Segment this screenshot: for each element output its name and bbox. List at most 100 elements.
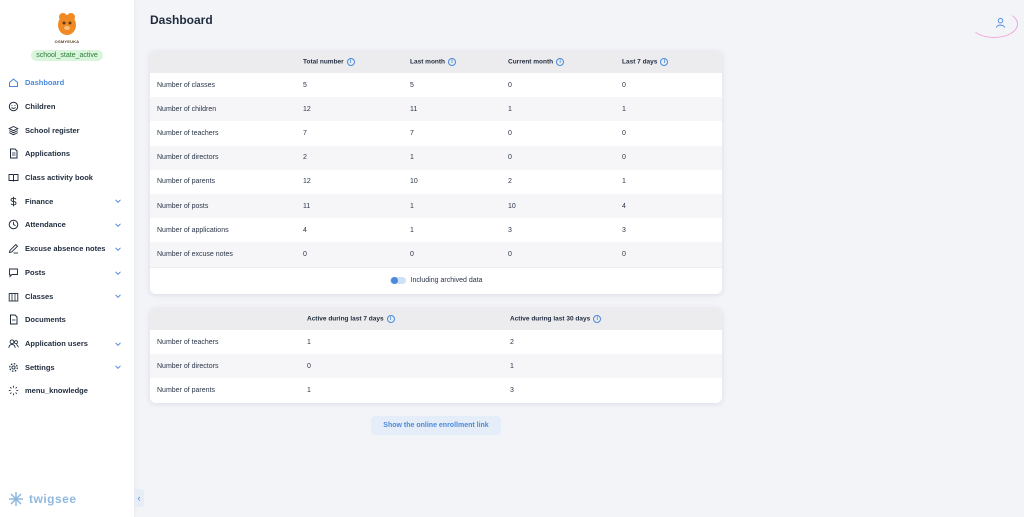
table-cell: 11: [303, 193, 410, 219]
sidebar-item-label: Class activity book: [25, 173, 93, 183]
users-icon: [8, 338, 19, 349]
sidebar-item-label: Classes: [25, 291, 54, 301]
sidebar-item-excuse-absence-notes[interactable]: Excuse absence notes: [0, 237, 134, 261]
school-state-badge: school_state_active: [31, 50, 103, 61]
column-header: [150, 308, 307, 330]
sidebar-menu: Dashboard Children School register Applicat…: [0, 71, 134, 403]
column-header-last-7-days: Last 7 days i: [622, 51, 722, 73]
table-cell: 0: [508, 242, 622, 267]
column-header-total: Total number i: [303, 51, 410, 73]
table-cell: 1: [307, 338, 311, 346]
table-cell: 7: [410, 129, 414, 137]
table-cell: 1: [622, 178, 626, 186]
chat-icon: [8, 267, 19, 278]
sidebar-item-posts[interactable]: Posts: [0, 261, 134, 285]
table-cell: 1: [622, 97, 722, 122]
statistics-row: Number of teachers 7 7 0 0: [150, 121, 722, 145]
pencil-icon: [8, 243, 19, 254]
chevron-down-icon[interactable]: [114, 340, 122, 348]
activity-card: Active during last 7 days i Active during…: [150, 308, 722, 403]
sidebar-item-children[interactable]: Children: [0, 95, 134, 119]
archived-data-toggle[interactable]: [389, 276, 406, 284]
sidebar-item-settings[interactable]: Settings: [0, 355, 134, 379]
show-enrollment-link-button[interactable]: Show the online enrollment link: [371, 416, 501, 435]
book-icon: [8, 172, 19, 183]
dollar-icon: [8, 196, 19, 207]
chevron-down-icon[interactable]: [114, 221, 122, 229]
table-cell: 11: [410, 97, 508, 122]
table-cell: 12: [303, 97, 410, 122]
sidebar-item-class-activity-book[interactable]: Class activity book: [0, 166, 134, 190]
chevron-down-icon[interactable]: [114, 245, 122, 253]
chevron-down-icon[interactable]: [114, 292, 122, 300]
sidebar-item-documents[interactable]: Documents: [0, 308, 134, 332]
info-icon[interactable]: i: [386, 315, 395, 323]
table-cell: 0: [508, 81, 512, 89]
statistics-row: Number of posts 11 1 10 4: [150, 193, 722, 219]
statistics-row: Number of children 12 11 1 1: [150, 97, 722, 122]
column-header-current-month: Current month i: [508, 51, 622, 73]
gear-icon: [8, 362, 19, 373]
table-cell: 0: [508, 129, 512, 137]
sidebar-item-applications[interactable]: Applications: [0, 142, 134, 166]
table-cell: 3: [508, 226, 512, 234]
row-label: Number of teachers: [157, 338, 219, 346]
chevron-down-icon[interactable]: [114, 197, 122, 205]
sidebar-item-label: Excuse absence notes: [25, 244, 106, 254]
table-cell: 2: [508, 178, 512, 186]
chevron-down-icon[interactable]: [114, 269, 122, 277]
column-header-last-month: Last month i: [410, 51, 508, 73]
school-name: OSMYEUKA: [54, 39, 80, 44]
table-cell: 0: [622, 81, 626, 89]
row-label: Number of directors: [150, 145, 303, 170]
twigsee-logo-icon: [9, 492, 23, 506]
table-cell: 2: [303, 145, 410, 170]
sidebar-item-dashboard[interactable]: Dashboard: [0, 71, 134, 95]
sidebar-item-application-users[interactable]: Application users: [0, 332, 134, 356]
column-header: [150, 51, 303, 73]
statistics-card: Total number i Last month i Current month i…: [150, 51, 722, 294]
statistics-row: Number of excuse notes 0 0 0 0: [150, 242, 722, 267]
collapse-sidebar-button[interactable]: ‹: [134, 489, 144, 507]
info-icon[interactable]: i: [660, 58, 669, 66]
column-header-active-7-days: Active during last 7 days i: [307, 308, 510, 330]
row-label: Number of applications: [157, 226, 229, 234]
sidebar-item-label: School register: [25, 125, 80, 135]
info-icon[interactable]: i: [448, 58, 457, 66]
table-cell: 3: [510, 386, 514, 394]
sidebar-item-label: Documents: [25, 315, 66, 325]
school-logo-block: OSMYEUKA school_state_active: [0, 8, 134, 62]
sidebar-item-school-register[interactable]: School register: [0, 118, 134, 142]
table-cell: 10: [508, 193, 622, 219]
sidebar-item-menu-knowledge[interactable]: menu_knowledge: [0, 379, 134, 403]
sidebar-item-classes[interactable]: Classes: [0, 284, 134, 308]
table-cell: 0: [508, 145, 622, 170]
table-cell: 0: [307, 354, 510, 379]
bulb-icon: [8, 385, 19, 396]
info-icon[interactable]: i: [556, 58, 565, 66]
table-cell: 5: [410, 81, 414, 89]
sidebar-item-finance[interactable]: Finance: [0, 189, 134, 213]
sidebar-item-label: Attendance: [25, 220, 66, 230]
sidebar-item-label: Applications: [25, 149, 71, 159]
info-icon[interactable]: i: [346, 58, 355, 66]
row-label: Number of excuse notes: [150, 242, 303, 267]
table-cell: 0: [622, 145, 722, 170]
row-label: Number of children: [150, 97, 303, 122]
statistics-row: Number of applications 4 1 3 3: [150, 218, 722, 242]
brand-name: twigsee: [29, 492, 77, 506]
document-icon: [8, 148, 19, 159]
profile-button[interactable]: [970, 10, 1018, 38]
table-cell: 1: [307, 386, 311, 394]
table-cell: 1: [410, 145, 508, 170]
row-label: Number of directors: [150, 354, 307, 379]
sidebar-item-attendance[interactable]: Attendance: [0, 213, 134, 237]
home-icon: [8, 77, 19, 88]
table-cell: 1: [510, 354, 722, 379]
table-cell: 4: [303, 226, 307, 234]
layers-icon: [8, 125, 19, 136]
statistics-row: Number of directors 2 1 0 0: [150, 145, 722, 170]
info-icon[interactable]: i: [593, 315, 602, 323]
chevron-down-icon[interactable]: [114, 363, 122, 371]
statistics-header-row: Total number i Last month i Current month i…: [150, 51, 722, 73]
